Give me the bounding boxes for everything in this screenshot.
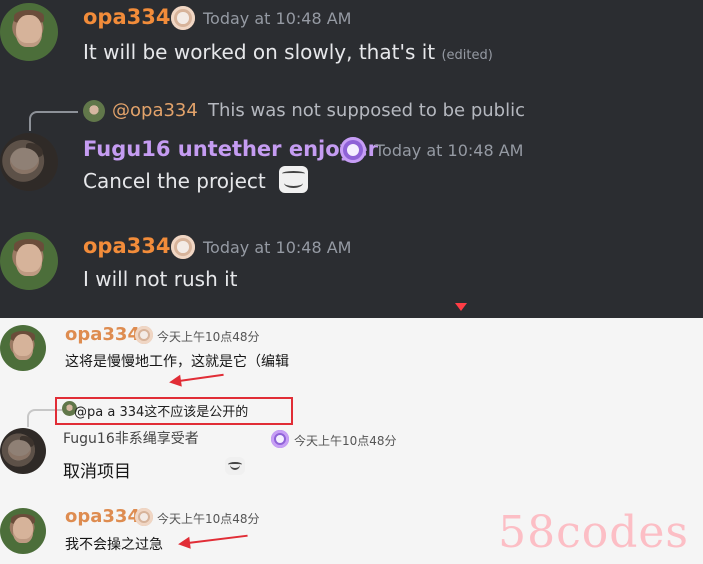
username[interactable]: opa334 bbox=[83, 234, 170, 258]
avatar-face bbox=[16, 243, 42, 277]
reply-avatar bbox=[83, 100, 105, 122]
role-icon[interactable] bbox=[171, 235, 195, 259]
reply-username[interactable]: @opa334 bbox=[112, 100, 198, 121]
avatar-face bbox=[12, 334, 34, 360]
message-text: 这将是慢慢地工作，这就是它（编辑 bbox=[65, 351, 289, 371]
message-text: I will not rush it bbox=[83, 267, 238, 291]
translated-chat: opa334 今天上午10点48分 这将是慢慢地工作，这就是它（编辑 @pa a… bbox=[0, 318, 703, 564]
reply-connector bbox=[29, 111, 78, 131]
discord-comparison-screenshot: opa334 Today at 10:48 AM It will be work… bbox=[0, 0, 703, 564]
avatar[interactable] bbox=[0, 508, 46, 554]
timestamp[interactable]: Today at 10:48 AM bbox=[203, 9, 351, 28]
avatar-face bbox=[16, 14, 42, 48]
message-body: Cancel the project bbox=[83, 169, 266, 193]
reply-text: This was not supposed to be public bbox=[208, 100, 525, 121]
message-body: 我不会操之过急 bbox=[65, 537, 163, 553]
avatar[interactable] bbox=[0, 232, 58, 290]
annotation-arrow bbox=[187, 534, 248, 544]
message-text: It will be worked on slowly, that's it (… bbox=[83, 40, 493, 64]
edited-label: (edited) bbox=[441, 48, 493, 63]
message-text: 我不会操之过急 bbox=[65, 534, 163, 554]
avatar-face bbox=[12, 517, 34, 543]
username[interactable]: opa334 bbox=[83, 5, 170, 29]
avatar[interactable] bbox=[0, 133, 58, 191]
watermark-text: 58codes bbox=[498, 507, 689, 558]
role-icon[interactable] bbox=[135, 326, 153, 344]
down-arrow-marker bbox=[455, 303, 467, 311]
username[interactable]: Fugu16非系绳享受者 bbox=[63, 431, 199, 447]
timestamp[interactable]: 今天上午10点48分 bbox=[157, 328, 260, 345]
troll-face-emoji[interactable] bbox=[225, 457, 245, 475]
annotation-arrow bbox=[178, 373, 224, 382]
role-icon[interactable] bbox=[135, 508, 153, 526]
timestamp[interactable]: 今天上午10点48分 bbox=[294, 432, 397, 449]
username[interactable]: opa334 bbox=[65, 506, 140, 527]
message-body: I will not rush it bbox=[83, 267, 238, 291]
reply-highlight-box bbox=[55, 397, 293, 425]
message-body: 取消项目 bbox=[63, 462, 131, 482]
message-body: 这将是慢慢地工作，这就是它（编辑 bbox=[65, 354, 289, 370]
timestamp[interactable]: 今天上午10点48分 bbox=[157, 510, 260, 527]
avatar[interactable] bbox=[0, 3, 58, 61]
cat-face bbox=[8, 439, 32, 461]
role-icon[interactable] bbox=[340, 137, 366, 163]
message-header: opa334 今天上午10点48分 bbox=[65, 506, 260, 530]
message-header: opa334 今天上午10点48分 bbox=[65, 324, 260, 348]
avatar[interactable] bbox=[0, 325, 46, 371]
message-text: 取消项目 bbox=[63, 457, 131, 482]
username[interactable]: Fugu16 untether enjoyer bbox=[83, 137, 378, 161]
discord-english-chat: opa334 Today at 10:48 AM It will be work… bbox=[0, 0, 703, 304]
message-header: Fugu16非系绳享受者 今天上午10点48分 bbox=[63, 428, 397, 452]
message-header: Fugu16 untether enjoyer Today at 10:48 A… bbox=[83, 137, 523, 165]
cat-face bbox=[10, 148, 40, 174]
message-header: opa334 Today at 10:48 AM bbox=[83, 5, 351, 33]
role-icon[interactable] bbox=[171, 6, 195, 30]
message-text: Cancel the project bbox=[83, 169, 266, 193]
username[interactable]: opa334 bbox=[65, 324, 140, 345]
timestamp[interactable]: Today at 10:48 AM bbox=[203, 238, 351, 257]
message-header: opa334 Today at 10:48 AM bbox=[83, 234, 351, 262]
role-icon[interactable] bbox=[271, 430, 289, 448]
troll-face-emoji[interactable] bbox=[279, 166, 308, 193]
timestamp[interactable]: Today at 10:48 AM bbox=[375, 141, 523, 160]
message-body: It will be worked on slowly, that's it bbox=[83, 40, 436, 64]
avatar[interactable] bbox=[0, 428, 46, 474]
